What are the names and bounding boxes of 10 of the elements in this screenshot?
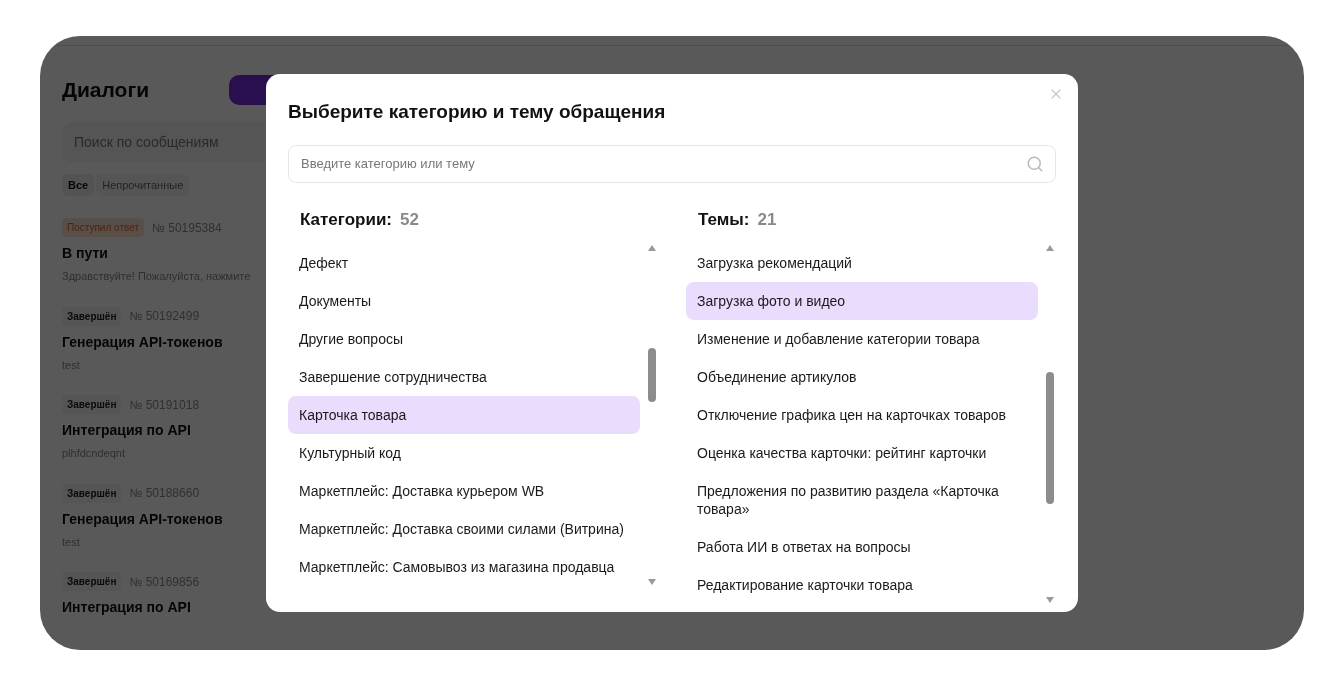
status-badge: Завершён: [62, 395, 122, 414]
page-title: Диалоги: [62, 77, 150, 103]
modal-title: Выберите категорию и тему обращения: [288, 100, 667, 124]
status-badge: Завершён: [62, 306, 122, 326]
count: 52: [400, 208, 419, 231]
count: 21: [757, 208, 777, 231]
status-badge: Завершён: [62, 572, 122, 591]
column-heading: Категории:: [300, 208, 392, 231]
column-heading: Темы:: [698, 208, 750, 231]
status-badge: Завершён: [62, 483, 122, 503]
